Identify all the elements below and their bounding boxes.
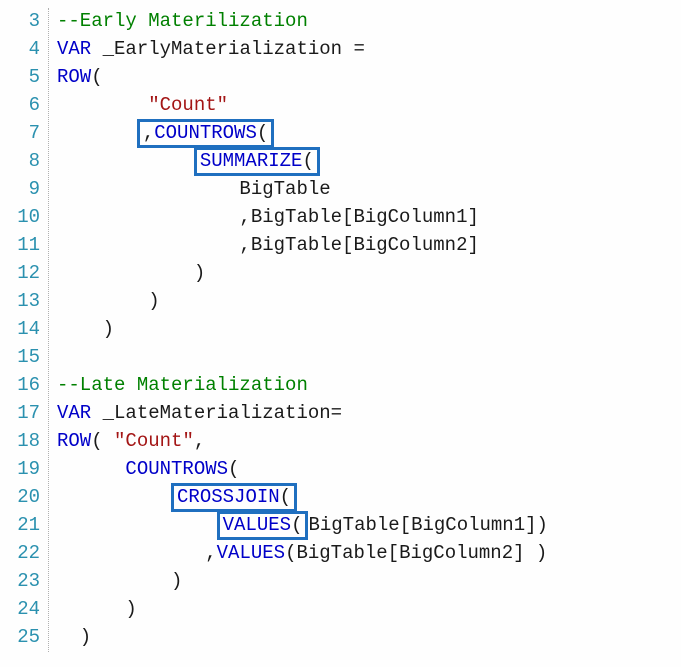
code-line[interactable]: COUNTROWS( <box>57 456 548 484</box>
line-number: 23 <box>8 568 40 596</box>
token: ,BigTable[BigColumn1] <box>57 206 479 228</box>
token: ) <box>57 290 160 312</box>
token: BigTable[BigColumn2] ) <box>296 542 547 564</box>
code-line[interactable]: ) <box>57 260 548 288</box>
code-editor: 345678910111213141516171819202122232425 … <box>8 8 673 652</box>
token: ) <box>57 626 91 648</box>
token: VALUES <box>223 514 291 536</box>
highlight-box: VALUES( <box>217 511 309 540</box>
token <box>57 458 125 480</box>
line-number: 15 <box>8 344 40 372</box>
token: = <box>353 38 364 60</box>
token: , <box>57 542 217 564</box>
code-line[interactable]: ) <box>57 288 548 316</box>
token: SUMMARIZE <box>200 150 303 172</box>
code-line[interactable]: BigTable <box>57 176 548 204</box>
token: --Late Materialization <box>57 374 308 396</box>
token: _LateMaterialization <box>91 402 330 424</box>
token <box>57 94 148 116</box>
code-line[interactable] <box>57 344 548 372</box>
code-line[interactable]: SUMMARIZE( <box>57 148 548 176</box>
line-number: 4 <box>8 36 40 64</box>
line-number: 16 <box>8 372 40 400</box>
token: ( <box>91 66 102 88</box>
token: ( <box>302 150 313 172</box>
token: BigTable[BigColumn1]) <box>308 514 547 536</box>
token: ROW <box>57 66 91 88</box>
line-number: 8 <box>8 148 40 176</box>
token: ( <box>280 486 291 508</box>
token <box>57 150 194 172</box>
code-line[interactable]: --Early Materilization <box>57 8 548 36</box>
line-number-gutter: 345678910111213141516171819202122232425 <box>8 8 49 652</box>
highlight-box: ,COUNTROWS( <box>137 119 274 148</box>
line-number: 21 <box>8 512 40 540</box>
line-number: 17 <box>8 400 40 428</box>
code-line[interactable]: ,BigTable[BigColumn1] <box>57 204 548 232</box>
token: ( <box>291 514 302 536</box>
token: ,BigTable[BigColumn2] <box>57 234 479 256</box>
line-number: 18 <box>8 428 40 456</box>
token: VALUES <box>217 542 285 564</box>
code-line[interactable]: ) <box>57 316 548 344</box>
token: ( <box>257 122 268 144</box>
token: BigTable <box>57 178 331 200</box>
token: VAR <box>57 38 91 60</box>
code-line[interactable]: ) <box>57 596 548 624</box>
line-number: 12 <box>8 260 40 288</box>
code-line[interactable]: ROW( <box>57 64 548 92</box>
line-number: 22 <box>8 540 40 568</box>
token: "Count" <box>148 94 228 116</box>
token: ) <box>57 318 114 340</box>
token: CROSSJOIN <box>177 486 280 508</box>
token: VAR <box>57 402 91 424</box>
code-line[interactable]: ,VALUES(BigTable[BigColumn2] ) <box>57 540 548 568</box>
code-line[interactable]: CROSSJOIN( <box>57 484 548 512</box>
line-number: 19 <box>8 456 40 484</box>
highlight-box: SUMMARIZE( <box>194 147 320 176</box>
code-area[interactable]: --Early Materilization VAR _EarlyMaterial… <box>49 8 548 652</box>
token: ( <box>228 458 239 480</box>
code-line[interactable]: ,BigTable[BigColumn2] <box>57 232 548 260</box>
highlight-box: CROSSJOIN( <box>171 483 297 512</box>
line-number: 11 <box>8 232 40 260</box>
code-line[interactable]: ROW( "Count", <box>57 428 548 456</box>
token: = <box>331 402 342 424</box>
code-line[interactable]: ,COUNTROWS( <box>57 120 548 148</box>
token: COUNTROWS <box>154 122 257 144</box>
line-number: 9 <box>8 176 40 204</box>
line-number: 24 <box>8 596 40 624</box>
line-number: 10 <box>8 204 40 232</box>
line-number: 13 <box>8 288 40 316</box>
token: ( <box>285 542 296 564</box>
token: ) <box>57 262 205 284</box>
token: , <box>143 122 154 144</box>
code-line[interactable]: VAR _LateMaterialization= <box>57 400 548 428</box>
line-number: 6 <box>8 92 40 120</box>
token: ( <box>91 430 114 452</box>
token: _EarlyMaterialization <box>91 38 353 60</box>
line-number: 25 <box>8 624 40 652</box>
line-number: 14 <box>8 316 40 344</box>
code-line[interactable]: VAR _EarlyMaterialization = <box>57 36 548 64</box>
line-number: 5 <box>8 64 40 92</box>
code-line[interactable]: "Count" <box>57 92 548 120</box>
token <box>57 122 137 144</box>
code-line[interactable]: --Late Materialization <box>57 372 548 400</box>
code-line[interactable]: ) <box>57 624 548 652</box>
token: "Count" <box>114 430 194 452</box>
token: ) <box>57 598 137 620</box>
token <box>57 514 217 536</box>
code-line[interactable]: ) <box>57 568 548 596</box>
token: COUNTROWS <box>125 458 228 480</box>
token: , <box>194 430 205 452</box>
token: --Early Materilization <box>57 10 308 32</box>
line-number: 7 <box>8 120 40 148</box>
line-number: 3 <box>8 8 40 36</box>
token: ROW <box>57 430 91 452</box>
token <box>57 486 171 508</box>
line-number: 20 <box>8 484 40 512</box>
token: ) <box>57 570 182 592</box>
code-line[interactable]: VALUES(BigTable[BigColumn1]) <box>57 512 548 540</box>
